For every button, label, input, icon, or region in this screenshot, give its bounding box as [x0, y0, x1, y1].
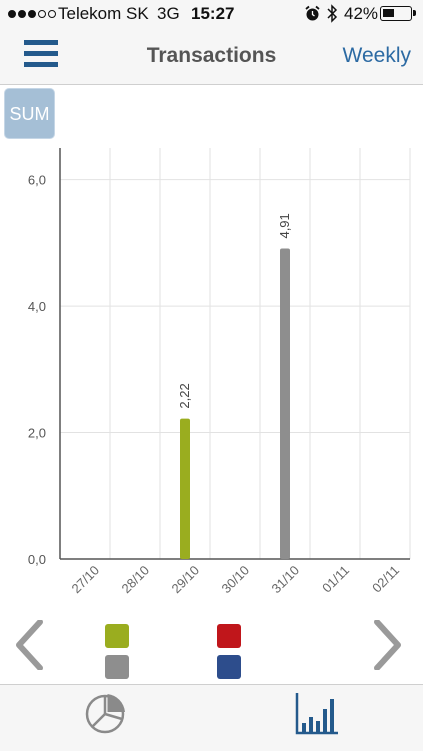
x-tick-label: 28/10 [119, 563, 153, 597]
y-tick-label: 6,0 [28, 173, 46, 188]
signal-dot [38, 10, 46, 18]
status-time: 15:27 [191, 4, 235, 23]
x-tick-label: 27/10 [69, 563, 103, 597]
sum-button[interactable]: SUM [4, 88, 55, 139]
x-tick-label: 29/10 [169, 563, 203, 597]
legend-swatch-red[interactable] [217, 624, 241, 648]
chevron-right-icon[interactable] [373, 620, 403, 670]
carrier-name: Telekom SK [58, 4, 149, 23]
legend-swatch-gray[interactable] [105, 655, 129, 679]
navigation-bar: Transactions Weekly [0, 28, 423, 85]
signal-strength-icon [8, 10, 56, 18]
data-label: 2,22 [177, 383, 192, 408]
x-tick-label: 31/10 [269, 563, 303, 597]
data-label: 4,91 [277, 213, 292, 238]
chart-bar [280, 248, 290, 559]
chart-bar [180, 418, 190, 559]
battery-percentage: 42% [344, 4, 379, 23]
status-bar: Telekom SK 3G 15:27 42% [0, 0, 423, 28]
y-tick-label: 4,0 [28, 299, 46, 314]
bar-chart: 0,0 2,0 4,0 6,0 2,22 4,91 27/10 28/10 29/10 30/10… [28, 148, 411, 597]
period-selector-button[interactable]: Weekly [343, 44, 411, 68]
y-tick-label: 0,0 [28, 552, 46, 567]
bluetooth-icon [327, 4, 338, 23]
x-tick-label: 30/10 [219, 563, 253, 597]
network-type: 3G [157, 4, 180, 23]
y-tick-label: 2,0 [28, 426, 46, 441]
tab-bar [0, 684, 423, 751]
x-tick-label: 02/11 [369, 563, 402, 596]
signal-dot [8, 10, 16, 18]
battery-icon [380, 6, 416, 21]
hamburger-icon[interactable] [24, 40, 58, 68]
signal-dot [48, 10, 56, 18]
x-tick-label: 01/11 [319, 563, 352, 596]
bar-chart-icon[interactable] [294, 691, 340, 737]
pie-chart-icon[interactable] [82, 691, 128, 737]
signal-dot [18, 10, 26, 18]
legend-swatch-blue[interactable] [217, 655, 241, 679]
signal-dot [28, 10, 36, 18]
chevron-left-icon[interactable] [14, 620, 44, 670]
legend-swatch-green[interactable] [105, 624, 129, 648]
alarm-icon [305, 5, 320, 21]
